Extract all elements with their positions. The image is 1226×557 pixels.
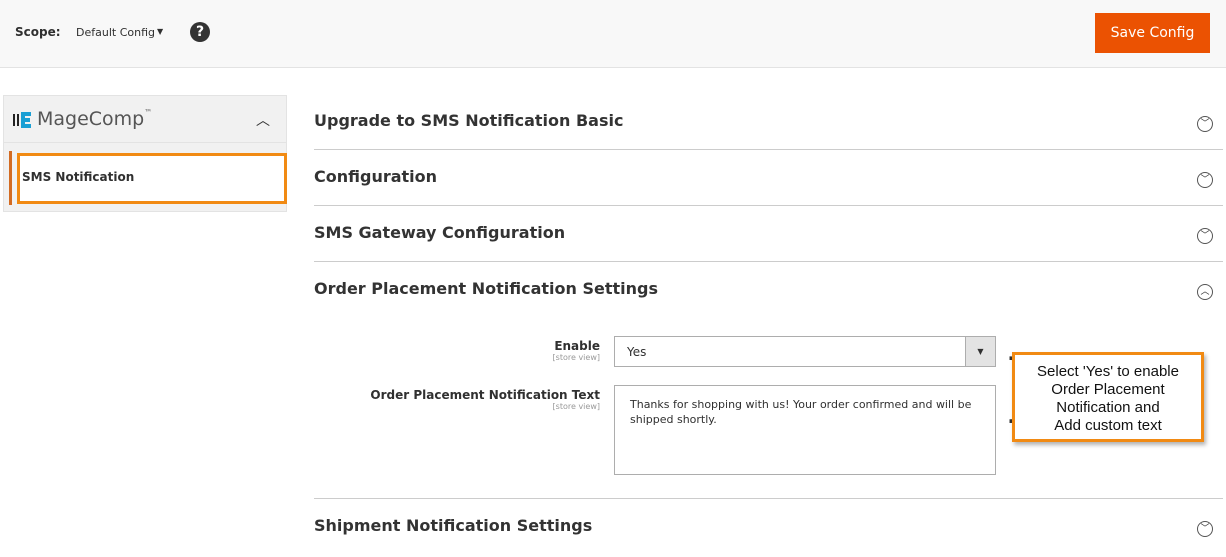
sidebar: MageComp™ ︿ SMS Notification [3, 95, 287, 212]
chevron-down-circle-icon[interactable]: ﹀ [1197, 172, 1213, 188]
section-order-placement[interactable]: Order Placement Notification Settings ︿ [314, 262, 1223, 318]
magecomp-logo-icon [13, 112, 31, 128]
sidebar-item-sms-notification[interactable]: SMS Notification [17, 153, 287, 204]
notification-text-label: Order Placement Notification Text [store … [370, 388, 600, 411]
chevron-down-circle-icon[interactable]: ﹀ [1197, 116, 1213, 132]
caret-down-icon[interactable]: ▼ [157, 27, 163, 36]
callout-line: Notification and [1056, 399, 1160, 416]
help-icon[interactable]: ? [190, 22, 210, 42]
section-upgrade[interactable]: Upgrade to SMS Notification Basic ﹀ [314, 94, 1223, 150]
enable-select[interactable]: Yes ▼ [614, 336, 996, 367]
brand-name: MageComp™ [37, 108, 153, 130]
sidebar-group-magecomp[interactable]: MageComp™ ︿ [4, 96, 286, 143]
scope-switcher[interactable]: Default Config [76, 26, 155, 39]
save-config-button[interactable]: Save Config [1095, 13, 1210, 53]
chevron-down-circle-icon[interactable]: ﹀ [1197, 228, 1213, 244]
active-indicator [9, 151, 12, 205]
chevron-up-circle-icon[interactable]: ︿ [1197, 284, 1213, 300]
callout-line: Select 'Yes' to enable [1037, 363, 1179, 380]
enable-label: Enable [store view] [552, 339, 600, 362]
chevron-down-circle-icon[interactable]: ﹀ [1197, 521, 1213, 537]
section-shipment[interactable]: Shipment Notification Settings ﹀ [314, 498, 1223, 554]
notification-text-input[interactable]: Thanks for shopping with us! Your order … [614, 385, 996, 475]
chevron-up-icon[interactable]: ︿ [256, 110, 270, 130]
annotation-callout: Select 'Yes' to enable Order Placement N… [1012, 352, 1204, 442]
scope-bar: Scope: Default Config ▼ ? Save Config [0, 0, 1226, 68]
dropdown-arrow-icon[interactable]: ▼ [965, 337, 995, 366]
callout-line: Add custom text [1054, 417, 1162, 434]
section-sms-gateway[interactable]: SMS Gateway Configuration ﹀ [314, 206, 1223, 262]
callout-line: Order Placement [1051, 381, 1165, 398]
scope-label: Scope: [15, 25, 61, 39]
section-configuration[interactable]: Configuration ﹀ [314, 150, 1223, 206]
